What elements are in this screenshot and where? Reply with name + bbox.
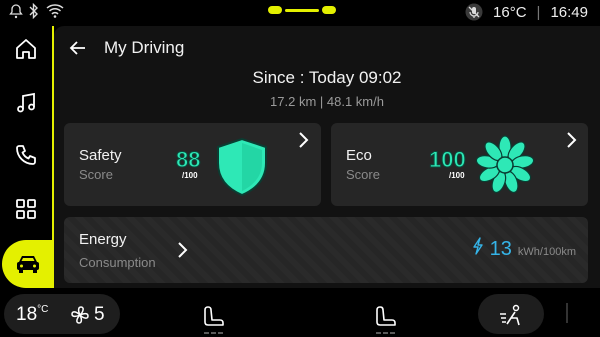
temperature-value: 18	[16, 304, 38, 325]
airflow-direction-icon[interactable]	[498, 304, 524, 328]
fan-icon	[71, 306, 89, 324]
safety-score-max: /100	[182, 171, 198, 180]
eco-score-card[interactable]: Eco Score 100 /100	[331, 123, 588, 206]
sidebar-item-home[interactable]	[0, 24, 52, 74]
chevron-right-icon	[299, 132, 309, 148]
fan-level: 5	[94, 304, 105, 325]
sidebar-item-car[interactable]	[2, 240, 54, 288]
divider	[566, 303, 568, 323]
phone-icon	[16, 145, 36, 165]
card-title: Energy	[79, 231, 127, 248]
sidebar-item-apps[interactable]	[0, 184, 52, 234]
card-title: Eco	[346, 147, 372, 164]
eco-score-max: /100	[449, 171, 465, 180]
wifi-icon	[46, 4, 64, 18]
since-label: Since : Today 09:02	[252, 68, 402, 87]
climate-bar: 18°C 5	[0, 291, 600, 337]
fan-control[interactable]: 5	[70, 304, 105, 326]
status-bar: 16°C | 16:49	[0, 0, 600, 26]
energy-unit: kWh/100km	[517, 246, 576, 258]
passenger-seat-heat-icon[interactable]	[372, 304, 398, 336]
card-subtitle: Score	[79, 167, 113, 182]
card-subtitle: Score	[346, 167, 380, 182]
trip-summary: 17.2 km | 48.1 km/h	[270, 94, 384, 109]
clock: 16:49	[550, 3, 588, 21]
outside-temperature: 16°C	[493, 3, 527, 21]
home-icon	[16, 39, 36, 59]
eco-score-value: 100	[429, 147, 467, 173]
driver-seat-heat-icon[interactable]	[200, 304, 226, 336]
header: My Driving	[68, 32, 184, 64]
energy-consumption-card[interactable]: Energy Consumption 13 kWh/100km	[64, 217, 588, 283]
bluetooth-icon	[29, 3, 38, 19]
flower-icon	[475, 135, 535, 194]
drag-handle[interactable]	[268, 6, 336, 14]
card-title: Safety	[79, 147, 122, 164]
back-arrow-icon[interactable]	[68, 38, 88, 58]
safety-score-value: 88	[175, 147, 201, 173]
chevron-right-icon	[178, 242, 188, 258]
page-title: My Driving	[104, 38, 185, 57]
chevron-right-icon	[567, 132, 577, 148]
sidebar-item-phone[interactable]	[0, 130, 52, 180]
shield-icon	[217, 137, 267, 197]
energy-number: 13	[489, 238, 512, 260]
temperature-unit: °C	[37, 304, 49, 315]
apps-grid-icon	[16, 199, 36, 219]
card-subtitle: Consumption	[79, 255, 156, 270]
safety-score-card[interactable]: Safety Score 88 /100	[64, 123, 321, 206]
mic-off-icon[interactable]	[465, 3, 483, 21]
energy-value: 13 kWh/100km	[472, 237, 576, 261]
main-panel: My Driving Since : Today 09:02 17.2 km |…	[54, 26, 600, 288]
lightning-icon	[472, 237, 483, 255]
sidebar-item-music[interactable]	[0, 78, 52, 128]
cabin-temperature[interactable]: 18°C	[16, 304, 48, 326]
notification-dot-icon	[9, 4, 23, 19]
music-icon	[17, 92, 35, 113]
car-icon	[17, 256, 39, 273]
